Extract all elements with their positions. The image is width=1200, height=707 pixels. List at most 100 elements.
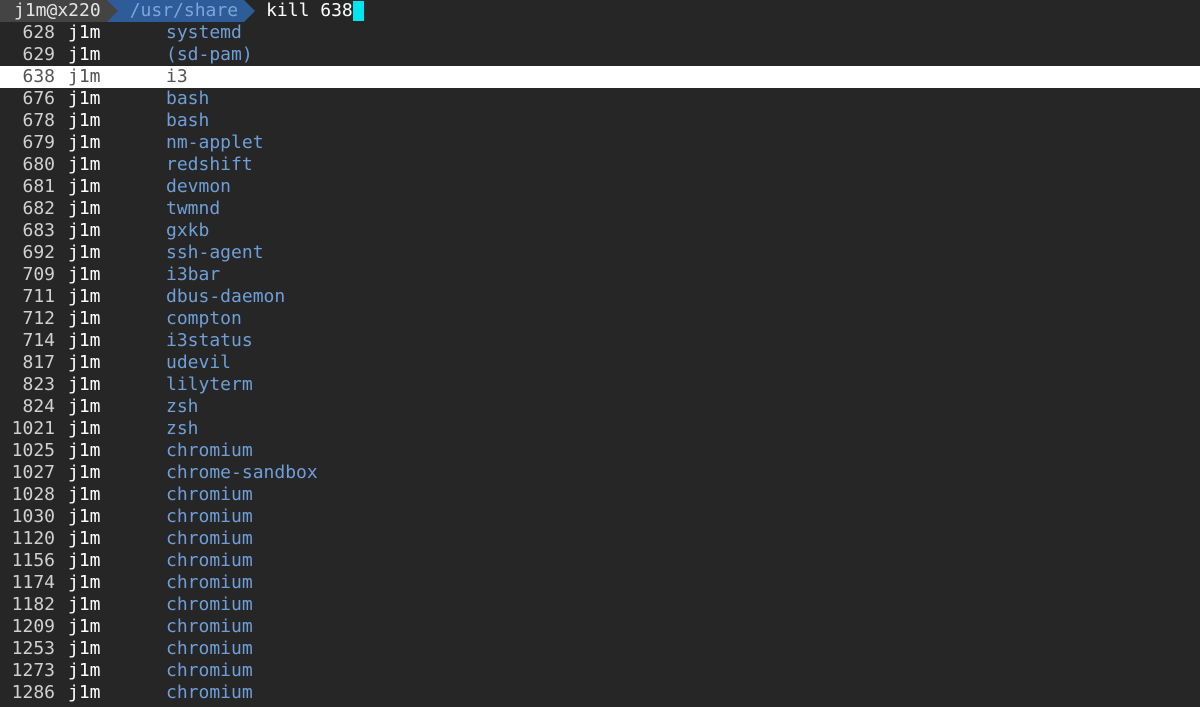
process-name: chromium <box>166 682 253 703</box>
process-name: zsh <box>166 396 199 417</box>
process-user: j1m <box>68 330 101 351</box>
process-row[interactable]: 692 j1m ssh-agent <box>0 242 1200 264</box>
process-row[interactable]: 1286 j1m chromium <box>0 682 1200 704</box>
process-pid: 1027 <box>11 462 55 483</box>
process-row[interactable]: 629 j1m (sd-pam) <box>0 44 1200 66</box>
process-user: j1m <box>68 660 101 681</box>
process-pid: 1174 <box>11 572 55 593</box>
process-user: j1m <box>68 242 101 263</box>
process-pid: 679 <box>22 132 55 153</box>
prompt-separator-arrow-icon <box>106 0 118 22</box>
process-user: j1m <box>68 176 101 197</box>
process-user: j1m <box>68 374 101 395</box>
process-user: j1m <box>68 396 101 417</box>
process-row[interactable]: 681 j1m devmon <box>0 176 1200 198</box>
process-pid: 823 <box>22 374 55 395</box>
process-row[interactable]: 682 j1m twmnd <box>0 198 1200 220</box>
process-user: j1m <box>68 682 101 703</box>
process-user: j1m <box>68 352 101 373</box>
process-row[interactable]: 709 j1m i3bar <box>0 264 1200 286</box>
process-row[interactable]: 823 j1m lilyterm <box>0 374 1200 396</box>
process-row[interactable]: 628 j1m systemd <box>0 22 1200 44</box>
process-name: chromium <box>166 594 253 615</box>
process-user: j1m <box>68 132 101 153</box>
process-user: j1m <box>68 286 101 307</box>
process-user: j1m <box>68 572 101 593</box>
process-name: gxkb <box>166 220 210 241</box>
process-row[interactable]: 1174 j1m chromium <box>0 572 1200 594</box>
process-name: chromium <box>166 616 253 637</box>
process-pid: 1182 <box>11 594 55 615</box>
process-name: chromium <box>166 440 253 461</box>
process-pid: 683 <box>22 220 55 241</box>
process-pid: 678 <box>22 110 55 131</box>
process-name: chromium <box>166 506 253 527</box>
process-pid: 712 <box>22 308 55 329</box>
process-pid: 1273 <box>11 660 55 681</box>
process-user: j1m <box>68 528 101 549</box>
process-name: chromium <box>166 550 253 571</box>
process-row[interactable]: 824 j1m zsh <box>0 396 1200 418</box>
process-row[interactable]: 1273 j1m chromium <box>0 660 1200 682</box>
process-name: udevil <box>166 352 232 373</box>
process-row[interactable]: 714 j1m i3status <box>0 330 1200 352</box>
shell-prompt: j1m@x220 /usr/share kill 638 <box>0 0 1200 22</box>
process-name: nm-applet <box>166 132 264 153</box>
process-row[interactable]: 1209 j1m chromium <box>0 616 1200 638</box>
process-row[interactable]: 683 j1m gxkb <box>0 220 1200 242</box>
command-input[interactable]: kill 638 <box>255 0 353 22</box>
process-list[interactable]: 628 j1m systemd 629 j1m (sd-pam) 638 j1m i3 676 j1… <box>0 22 1200 704</box>
process-row[interactable]: 1120 j1m chromium <box>0 528 1200 550</box>
process-pid: 681 <box>22 176 55 197</box>
process-name: chrome-sandbox <box>166 462 318 483</box>
process-pid: 682 <box>22 198 55 219</box>
process-name: bash <box>166 110 210 131</box>
process-row[interactable]: 676 j1m bash <box>0 88 1200 110</box>
process-user: j1m <box>68 44 101 65</box>
process-pid: 1156 <box>11 550 55 571</box>
process-row[interactable]: 817 j1m udevil <box>0 352 1200 374</box>
process-row[interactable]: 1021 j1m zsh <box>0 418 1200 440</box>
process-name: chromium <box>166 638 253 659</box>
process-name: (sd-pam) <box>166 44 253 65</box>
process-pid: 817 <box>22 352 55 373</box>
process-pid: 1286 <box>11 682 55 703</box>
process-pid: 1120 <box>11 528 55 549</box>
process-pid: 692 <box>22 242 55 263</box>
process-pid: 676 <box>22 88 55 109</box>
process-name: i3bar <box>166 264 221 285</box>
process-name: chromium <box>166 484 253 505</box>
process-pid: 1021 <box>11 418 55 439</box>
process-user: j1m <box>68 220 101 241</box>
process-user: j1m <box>68 638 101 659</box>
process-row[interactable]: 678 j1m bash <box>0 110 1200 132</box>
process-user: j1m <box>68 440 101 461</box>
process-name: zsh <box>166 418 199 439</box>
prompt-user-host: j1m@x220 <box>0 0 107 22</box>
process-row[interactable]: 1030 j1m chromium <box>0 506 1200 528</box>
process-name: compton <box>166 308 242 329</box>
process-pid: 714 <box>22 330 55 351</box>
process-row[interactable]: 711 j1m dbus-daemon <box>0 286 1200 308</box>
process-user: j1m <box>68 22 101 43</box>
process-row[interactable]: 1182 j1m chromium <box>0 594 1200 616</box>
process-row[interactable]: 1027 j1m chrome-sandbox <box>0 462 1200 484</box>
process-user: j1m <box>68 88 101 109</box>
process-row[interactable]: 712 j1m compton <box>0 308 1200 330</box>
process-user: j1m <box>68 418 101 439</box>
process-name: lilyterm <box>166 374 253 395</box>
process-row[interactable]: 1028 j1m chromium <box>0 484 1200 506</box>
process-row[interactable]: 1253 j1m chromium <box>0 638 1200 660</box>
process-pid: 709 <box>22 264 55 285</box>
process-row[interactable]: 680 j1m redshift <box>0 154 1200 176</box>
process-row-selected[interactable]: 638 j1m i3 <box>0 66 1200 88</box>
process-row[interactable]: 1025 j1m chromium <box>0 440 1200 462</box>
process-name: chromium <box>166 528 253 549</box>
process-row[interactable]: 679 j1m nm-applet <box>0 132 1200 154</box>
process-user: j1m <box>68 462 101 483</box>
process-user: j1m <box>68 264 101 285</box>
process-name: i3 <box>166 66 188 87</box>
process-row[interactable]: 1156 j1m chromium <box>0 550 1200 572</box>
text-cursor <box>352 1 364 21</box>
prompt-path: /usr/share <box>117 0 245 22</box>
